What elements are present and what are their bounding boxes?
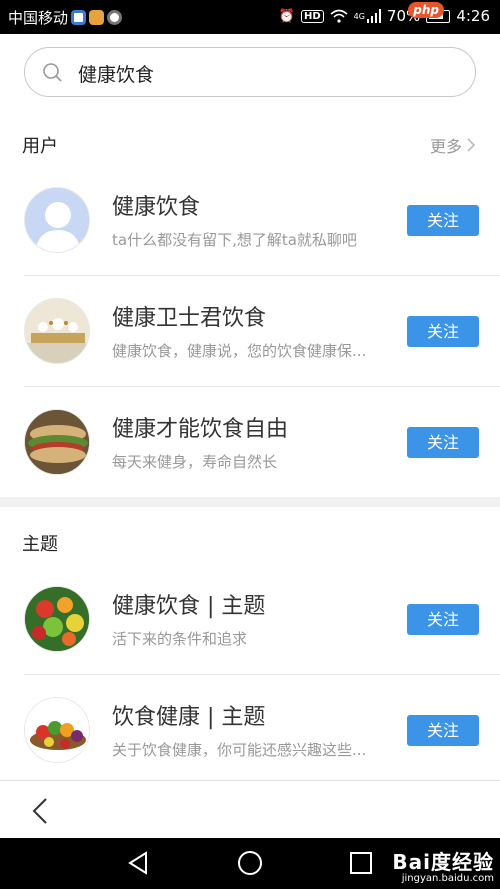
topic-row[interactable]: 饮食健康 | 主题 关于饮食健康，你可能还感兴趣这些... 关注 [0,675,500,785]
default-person-avatar [24,187,90,253]
user-row[interactable]: 健康才能饮食自由 每天来健身，寿命自然长 关注 [0,387,500,497]
alarm-icon: ⏰ [278,8,295,24]
section-title-topics: 主题 [22,534,58,555]
topic-row[interactable]: 健康饮食 | 主题 活下来的条件和追求 关注 [0,564,500,674]
system-nav-bar: Bai度经验 jingyan.baidu.com [0,838,500,889]
more-users-link[interactable]: 更多 [430,133,476,157]
user-name: 健康才能饮食自由 [112,417,289,442]
php-badge: php [408,2,444,18]
user-desc: ta什么都没有留下,想了解ta就私聊吧 [112,231,357,249]
chevron-right-icon [467,138,476,152]
topic-name: 饮食健康 | 主题 [112,705,266,730]
section-separator [0,497,500,507]
follow-button[interactable]: 关注 [407,205,479,236]
sandwich-avatar [24,409,90,475]
user-row[interactable]: 健康卫士君饮食 健康饮食，健康说，您的饮食健康保... 关注 [0,276,500,386]
user-row[interactable]: 健康饮食 ta什么都没有留下,想了解ta就私聊吧 关注 [0,165,500,275]
search-icon [43,63,62,82]
topic-name: 健康饮食 | 主题 [112,594,266,619]
food-table-avatar [24,298,90,364]
follow-button[interactable]: 关注 [407,715,479,746]
section-title-users: 用户 [22,136,58,157]
carrier-label: 中国移动 [8,9,69,27]
more-label: 更多 [429,137,462,156]
nav-recent-apps-icon[interactable] [350,852,372,874]
q-notification-icon [107,10,123,25]
follow-button[interactable]: 关注 [407,604,479,635]
user-name: 健康饮食 [112,195,201,220]
follow-button[interactable]: 关注 [407,316,479,347]
wifi-icon [330,9,348,23]
user-desc: 每天来健身，寿命自然长 [112,453,278,471]
weibo-notification-icon [89,10,105,25]
signal-icon [366,9,381,23]
baidu-jingyan-watermark: Bai度经验 jingyan.baidu.com [392,846,494,884]
status-bar: 中国移动 ⏰ HD 4G 70% 4:26 php [0,0,500,34]
fruits-avatar [24,586,90,652]
back-arrow-icon[interactable] [30,797,50,825]
network-type: 4G [353,11,365,21]
follow-button[interactable]: 关注 [407,427,479,458]
user-name: 健康卫士君饮食 [112,306,267,331]
nav-home-icon[interactable] [238,851,262,875]
nav-back-icon[interactable] [127,851,149,875]
clock: 4:26 [456,7,490,25]
status-right: ⏰ HD 4G 70% 4:26 [279,7,490,25]
status-left: 中国移动 [8,7,123,28]
topic-desc: 活下来的条件和追求 [112,630,248,648]
hd-badge: HD [301,9,324,23]
app-notification-icon [71,10,87,25]
search-query: 健康饮食 [78,64,155,86]
user-desc: 健康饮食，健康说，您的饮食健康保... [112,342,367,360]
search-input[interactable]: 健康饮食 [24,47,476,97]
bottom-toolbar [0,780,500,838]
vegetables-avatar [24,697,90,763]
watermark-main: Bai度经验 [392,850,494,874]
topic-desc: 关于饮食健康，你可能还感兴趣这些... [112,741,367,759]
watermark-sub: jingyan.baidu.com [401,873,494,884]
